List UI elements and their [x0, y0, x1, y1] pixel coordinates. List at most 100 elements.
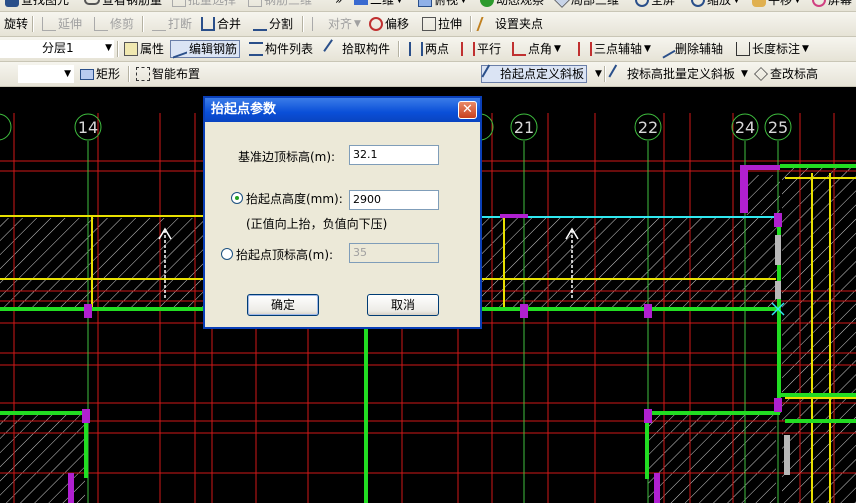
point-angle-button[interactable]: 点角 ▼	[510, 40, 563, 58]
define-sloped-slab-button[interactable]: 拾起点定义斜板	[481, 64, 588, 84]
split-icon	[253, 17, 267, 31]
slab-hatch	[648, 413, 776, 503]
pick-icon	[323, 39, 343, 59]
local-3d-icon	[554, 0, 570, 8]
batch-select-button[interactable]: 批量选择	[170, 0, 238, 9]
slab-hatch	[782, 168, 856, 503]
smart-layout-button[interactable]: 智能布置	[134, 65, 202, 83]
chevron-down-icon: ▼	[733, 0, 740, 5]
batch-slope-by-elevation-button[interactable]: 按标高批量定义斜板	[608, 64, 737, 84]
edit-elevation-button[interactable]: 查改标高	[752, 65, 820, 83]
chevron-down-icon: ▼	[354, 19, 361, 29]
axis-label-24: 24	[735, 118, 755, 137]
toolbar-component: 分层1 ▼ 属性 编辑钢筋 构件列表 拾取构件 两点 平行 点角 ▼ 三点辅轴 ▼ 删…	[0, 37, 856, 62]
screen-button[interactable]: 屏幕	[810, 0, 854, 9]
draw-combo[interactable]: ▼	[18, 65, 74, 83]
trim-button[interactable]: 修剪	[92, 15, 136, 33]
screen-icon	[812, 0, 826, 7]
dialog-title-bar[interactable]: 抬起点参数 ✕	[205, 98, 480, 122]
axis-label-25: 25	[768, 118, 788, 137]
axis-label-14: 14	[78, 118, 98, 137]
chevron-down-icon[interactable]: ▼	[593, 65, 604, 83]
axis-label-22: 22	[638, 118, 658, 137]
point-angle-icon	[512, 42, 526, 56]
cancel-button[interactable]: 取消	[367, 294, 439, 316]
pick-component-button[interactable]: 拾取构件	[323, 39, 392, 59]
close-button[interactable]: ✕	[458, 101, 477, 119]
base-top-elevation-input[interactable]: 32.1	[349, 145, 439, 165]
raise-height-radio[interactable]	[231, 192, 243, 204]
two-points-icon	[409, 42, 423, 56]
extend-button[interactable]: 延伸	[40, 15, 84, 33]
view-rebar-button[interactable]: 查看钢筋量	[82, 0, 164, 9]
set-grip-button[interactable]: 设置夹点	[476, 15, 545, 33]
fullscreen-icon	[635, 0, 649, 7]
parallel-button[interactable]: 平行	[459, 40, 503, 58]
binoculars-icon	[5, 0, 19, 7]
ok-button[interactable]: 确定	[247, 294, 319, 316]
chevron-down-icon: ▼	[554, 44, 561, 54]
find-element-button[interactable]: 查找图元	[3, 0, 71, 9]
view-2d-icon	[354, 0, 368, 5]
raise-height-input[interactable]: 2900	[349, 190, 439, 210]
zoom-icon	[691, 0, 705, 7]
align-button[interactable]: 对齐 ▼	[310, 15, 363, 33]
dialog-title: 抬起点参数	[211, 102, 277, 117]
local-3d-button[interactable]: 局部三维	[553, 0, 621, 9]
edit-rebar-button[interactable]: 编辑钢筋	[170, 39, 241, 59]
extend-icon	[42, 17, 56, 31]
list-icon	[249, 42, 263, 56]
chevron-down-icon[interactable]: ▼	[739, 65, 750, 83]
slab-hatch	[0, 218, 203, 308]
raise-height-label: 抬起点高度(mm):	[246, 192, 343, 206]
separator	[32, 16, 34, 32]
chevron-down-icon: ▼	[460, 0, 467, 5]
raise-top-elevation-radio[interactable]	[221, 248, 233, 260]
layer-combo[interactable]: 分层1 ▼	[0, 40, 114, 58]
top-view-button[interactable]: 俯视 ▼	[416, 0, 469, 9]
zoom-button[interactable]: 缩放 ▼	[689, 0, 742, 9]
close-icon: ✕	[462, 102, 473, 117]
edit-elevation-icon	[754, 67, 768, 81]
rebar-3d-button[interactable]: 钢筋三维	[246, 0, 314, 9]
separator	[128, 66, 130, 82]
raise-hint-text: (正值向上抬，负值向下压)	[246, 217, 388, 231]
two-points-button[interactable]: 两点	[407, 40, 451, 58]
batch-slope-icon	[608, 64, 628, 84]
merge-icon	[201, 17, 215, 31]
pan-button[interactable]: 平移 ▼	[750, 0, 803, 9]
hand-icon	[752, 0, 766, 7]
rectangle-icon	[80, 68, 94, 80]
stretch-button[interactable]: 拉伸	[420, 15, 464, 33]
offset-button[interactable]: 偏移	[367, 15, 411, 33]
slab-hatch	[744, 175, 780, 215]
view-2d-button[interactable]: 二维 ▼	[352, 0, 405, 9]
rotate-button[interactable]: 旋转	[2, 15, 30, 33]
toolbar-view: 查找图元 查看钢筋量 批量选择 钢筋三维 » 二维 ▼ 俯视 ▼ 动态观察 局部三维…	[0, 0, 856, 12]
component-list-button[interactable]: 构件列表	[247, 40, 315, 58]
more-chevron[interactable]: »	[333, 0, 344, 9]
orbit-button[interactable]: 动态观察	[478, 0, 546, 9]
merge-button[interactable]: 合并	[199, 15, 243, 33]
trim-icon	[94, 17, 108, 31]
chevron-down-icon: ▼	[105, 43, 112, 53]
rectangle-button[interactable]: 矩形	[78, 65, 122, 83]
three-point-axis-button[interactable]: 三点辅轴 ▼	[576, 40, 653, 58]
dimension-button[interactable]: 长度标注 ▼	[734, 40, 811, 58]
fullscreen-button[interactable]: 全屏	[633, 0, 677, 9]
toolbar-modify: 旋转 延伸 修剪 打断 合并 分割 对齐 ▼ 偏移 拉伸 设置夹点	[0, 12, 856, 37]
separator	[604, 66, 606, 82]
delete-axis-button[interactable]: 删除辅轴	[656, 39, 725, 59]
chevron-down-icon: ▼	[794, 0, 801, 5]
orbit-icon	[480, 0, 494, 7]
raise-top-elevation-input[interactable]: 35	[349, 243, 439, 263]
separator	[117, 41, 119, 57]
stretch-icon	[422, 17, 436, 31]
raise-top-elevation-label: 抬起点顶标高(m):	[236, 248, 334, 262]
break-button[interactable]: 打断	[150, 15, 194, 33]
chevron-down-icon: ▼	[396, 0, 403, 5]
slab-hatch	[482, 218, 778, 308]
properties-button[interactable]: 属性	[122, 40, 166, 58]
split-button[interactable]: 分割	[251, 15, 295, 33]
separator	[142, 16, 144, 32]
